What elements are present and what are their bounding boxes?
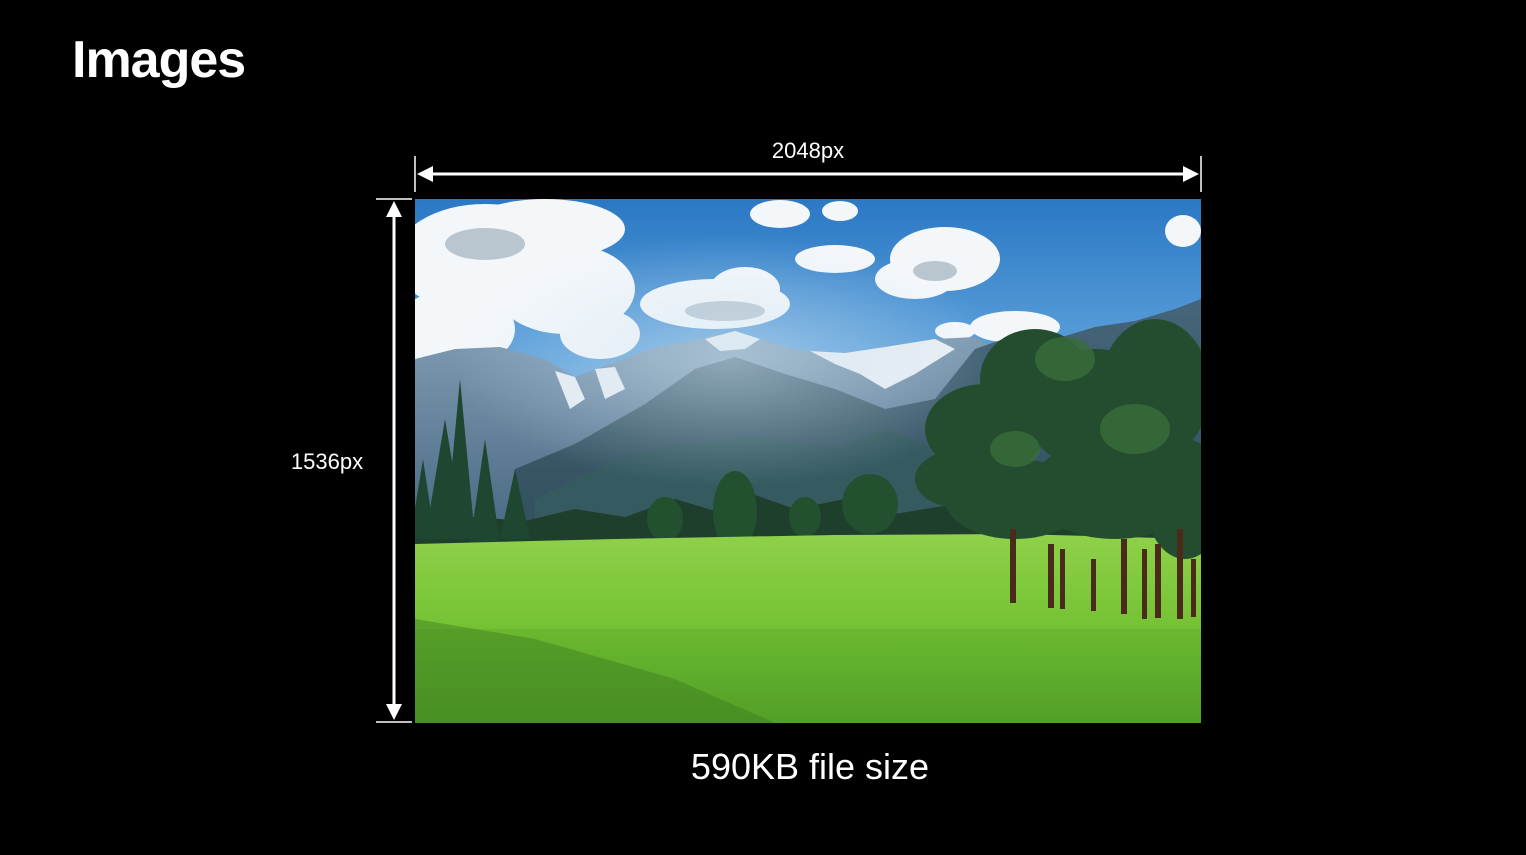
mountain-meadow-image bbox=[415, 199, 1201, 723]
width-arrow-icon bbox=[414, 156, 1202, 192]
landscape-photo bbox=[415, 199, 1201, 723]
height-arrow-icon bbox=[376, 198, 412, 723]
file-size-caption: 590KB file size bbox=[690, 746, 930, 787]
